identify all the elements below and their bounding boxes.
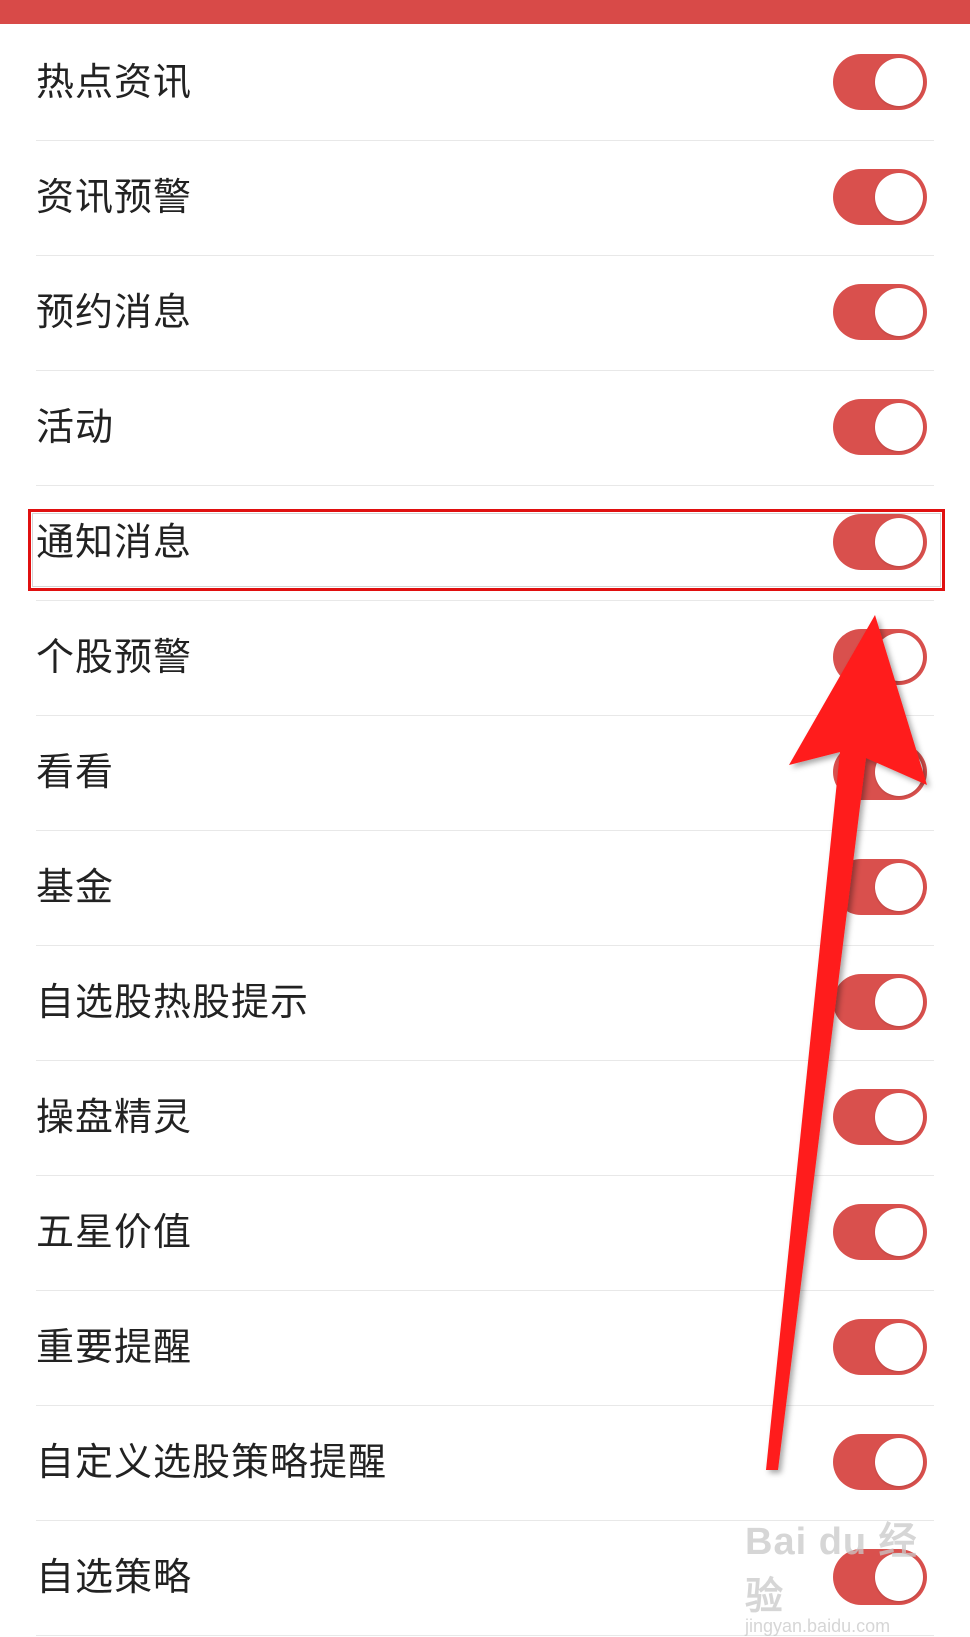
setting-row-activity[interactable]: 活动 (0, 369, 970, 486)
toggle-knob (875, 978, 923, 1026)
top-header-bar (0, 0, 970, 24)
setting-row-fund[interactable]: 基金 (0, 829, 970, 946)
setting-label: 重要提醒 (36, 1325, 193, 1369)
setting-label: 看看 (36, 750, 115, 794)
toggle-knob (875, 1553, 923, 1601)
setting-row-notification-message[interactable]: 通知消息 (0, 484, 970, 601)
toggle-switch[interactable] (833, 284, 927, 340)
setting-row-kankan[interactable]: 看看 (0, 714, 970, 831)
toggle-knob (875, 173, 923, 221)
setting-row-important-reminder[interactable]: 重要提醒 (0, 1289, 970, 1406)
setting-label: 基金 (36, 865, 115, 909)
setting-label: 活动 (36, 405, 115, 449)
setting-label: 自定义选股策略提醒 (36, 1440, 388, 1484)
toggle-switch[interactable] (833, 629, 927, 685)
setting-label: 操盘精灵 (36, 1095, 193, 1139)
setting-row-news-alert[interactable]: 资讯预警 (0, 139, 970, 256)
setting-label: 热点资讯 (36, 60, 193, 104)
setting-row-appointment-message[interactable]: 预约消息 (0, 254, 970, 371)
toggle-knob (875, 1093, 923, 1141)
toggle-knob (875, 748, 923, 796)
toggle-switch[interactable] (833, 1319, 927, 1375)
toggle-switch[interactable] (833, 1089, 927, 1145)
setting-row-five-star-value[interactable]: 五星价值 (0, 1174, 970, 1291)
setting-label: 五星价值 (36, 1210, 193, 1254)
toggle-switch[interactable] (833, 54, 927, 110)
toggle-switch[interactable] (833, 169, 927, 225)
row-divider (36, 1635, 934, 1636)
setting-row-stock-alert[interactable]: 个股预警 (0, 599, 970, 716)
toggle-switch[interactable] (833, 399, 927, 455)
toggle-knob (875, 1438, 923, 1486)
toggle-switch[interactable] (833, 1204, 927, 1260)
toggle-switch[interactable] (833, 1434, 927, 1490)
toggle-knob (875, 1208, 923, 1256)
setting-label: 自选策略 (36, 1555, 193, 1599)
setting-row-watchlist-strategy[interactable]: 自选策略 (0, 1519, 970, 1636)
toggle-knob (875, 1323, 923, 1371)
toggle-knob (875, 518, 923, 566)
setting-label: 个股预警 (36, 635, 193, 679)
toggle-knob (875, 863, 923, 911)
setting-row-watchlist-hot-stock[interactable]: 自选股热股提示 (0, 944, 970, 1061)
toggle-switch[interactable] (833, 514, 927, 570)
toggle-switch[interactable] (833, 859, 927, 915)
setting-label: 自选股热股提示 (36, 980, 310, 1024)
toggle-switch[interactable] (833, 974, 927, 1030)
setting-label: 资讯预警 (36, 175, 193, 219)
toggle-knob (875, 403, 923, 451)
setting-row-custom-strategy-reminder[interactable]: 自定义选股策略提醒 (0, 1404, 970, 1521)
toggle-knob (875, 288, 923, 336)
setting-row-hot-news[interactable]: 热点资讯 (0, 24, 970, 141)
setting-label: 通知消息 (36, 520, 193, 564)
toggle-switch[interactable] (833, 744, 927, 800)
toggle-switch[interactable] (833, 1549, 927, 1605)
toggle-knob (875, 58, 923, 106)
setting-row-trading-genie[interactable]: 操盘精灵 (0, 1059, 970, 1176)
toggle-knob (875, 633, 923, 681)
setting-label: 预约消息 (36, 290, 193, 334)
